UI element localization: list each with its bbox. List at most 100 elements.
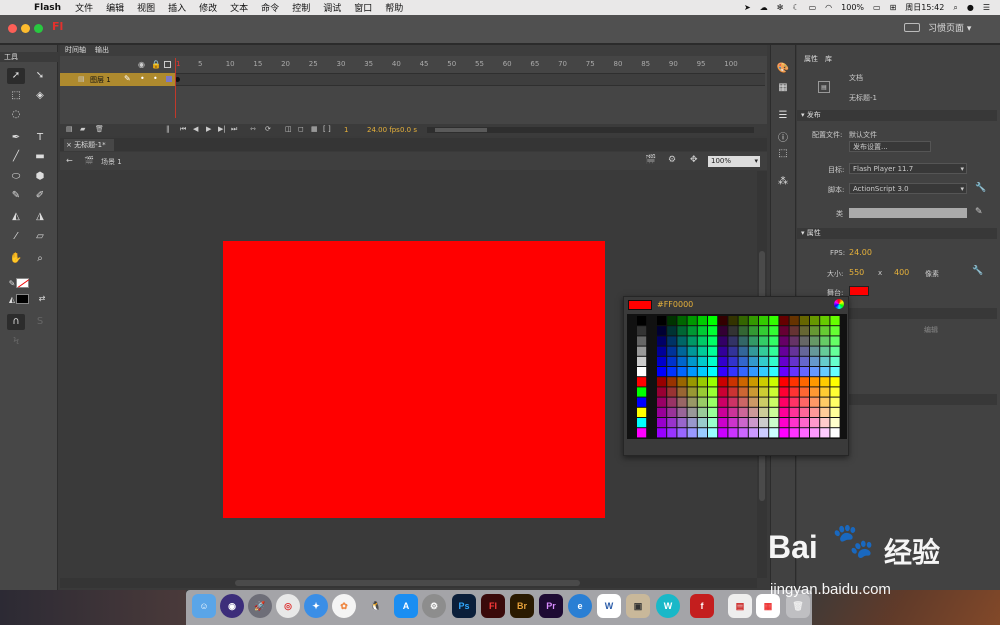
- stage-color-swatch[interactable]: [849, 286, 869, 296]
- swatch-cell[interactable]: [769, 387, 779, 397]
- swatch-cell[interactable]: [779, 336, 789, 346]
- swatch-cell[interactable]: [759, 428, 769, 438]
- news-icon[interactable]: ▤: [728, 594, 752, 618]
- swatch-cell[interactable]: [748, 316, 758, 326]
- swatch-cell[interactable]: [718, 367, 728, 377]
- swatch-cell[interactable]: [687, 336, 697, 346]
- eyedropper-tool-icon[interactable]: ⁄: [7, 229, 25, 245]
- tab-output[interactable]: 输出: [95, 45, 109, 56]
- swatch-cell[interactable]: [667, 326, 677, 336]
- swatch-cell[interactable]: [769, 397, 779, 407]
- pinwheel-icon[interactable]: ✻: [777, 3, 784, 12]
- minimize-window-button[interactable]: [21, 24, 30, 33]
- menu-edit[interactable]: 编辑: [106, 1, 124, 14]
- swatch-cell[interactable]: [820, 418, 830, 428]
- swatch-cell[interactable]: [677, 336, 687, 346]
- swatch-cell[interactable]: [789, 336, 799, 346]
- swatch-cell[interactable]: [810, 326, 820, 336]
- swatch-cell[interactable]: [697, 418, 707, 428]
- menu-help[interactable]: 帮助: [385, 1, 403, 14]
- swatch-cell[interactable]: [728, 356, 738, 366]
- swatch-cell[interactable]: [759, 387, 769, 397]
- loop-icon[interactable]: ‖: [166, 125, 170, 133]
- swatch-cell[interactable]: [789, 316, 799, 326]
- lock-icon[interactable]: 🔒: [151, 60, 161, 69]
- swatch-cell[interactable]: [789, 387, 799, 397]
- publish-settings-button[interactable]: 发布设置...: [849, 141, 931, 152]
- swatch-cell[interactable]: [779, 326, 789, 336]
- oval-tool-icon[interactable]: ⬭: [7, 169, 25, 185]
- swatch-cell[interactable]: [738, 418, 748, 428]
- preview-icon[interactable]: ▣: [626, 594, 650, 618]
- swatch-cell[interactable]: [810, 356, 820, 366]
- timeline-scroll-thumb[interactable]: [435, 128, 487, 132]
- datetime[interactable]: 周日15:42: [905, 2, 944, 13]
- swatch-cell[interactable]: [810, 316, 820, 326]
- swatch-cell[interactable]: [677, 356, 687, 366]
- swatch-cell[interactable]: [748, 428, 758, 438]
- elapsed-time[interactable]: 0.0 s: [400, 126, 417, 134]
- eye-icon[interactable]: ◉: [138, 60, 145, 69]
- tab-library[interactable]: 库: [825, 54, 832, 64]
- swatch-cell[interactable]: [708, 316, 718, 326]
- swatch-cell[interactable]: [667, 356, 677, 366]
- swatch-cell[interactable]: [779, 316, 789, 326]
- zoom-tool-icon[interactable]: ⌕: [31, 251, 49, 267]
- swatch-cell[interactable]: [748, 418, 758, 428]
- swatch-cell[interactable]: [738, 397, 748, 407]
- swatch-cell[interactable]: [708, 326, 718, 336]
- back-arrow-icon[interactable]: ←: [66, 156, 73, 165]
- swatch-cell[interactable]: [769, 407, 779, 417]
- swap-colors-icon[interactable]: ⇄: [33, 291, 51, 307]
- swatch-cell[interactable]: [667, 336, 677, 346]
- swatch-cell[interactable]: [810, 418, 820, 428]
- swatch-cell[interactable]: [677, 407, 687, 417]
- swatch-cell[interactable]: [779, 407, 789, 417]
- swatch-cell[interactable]: [769, 346, 779, 356]
- swatch-cell[interactable]: [810, 407, 820, 417]
- menu-commands[interactable]: 命令: [261, 1, 279, 14]
- swatch-cell[interactable]: [728, 336, 738, 346]
- swatch-cell[interactable]: [697, 367, 707, 377]
- premiere-icon[interactable]: Pr: [539, 594, 563, 618]
- swatch-cell[interactable]: [830, 356, 840, 366]
- cloud-icon[interactable]: ☁: [760, 3, 768, 12]
- swatch-cell[interactable]: [748, 397, 758, 407]
- swatch-cell[interactable]: [718, 336, 728, 346]
- swatch-cell[interactable]: [748, 356, 758, 366]
- swatch-cell[interactable]: [759, 418, 769, 428]
- swatch-cell[interactable]: [830, 336, 840, 346]
- snap-to-objects-icon[interactable]: ∩: [7, 314, 25, 330]
- stroke-color-swatch[interactable]: [16, 278, 30, 288]
- workspace-switcher[interactable]: 习惯页面 ▾: [928, 21, 971, 34]
- swatch-cell[interactable]: [738, 316, 748, 326]
- swatch-cell[interactable]: [810, 367, 820, 377]
- swatch-cell[interactable]: [799, 418, 809, 428]
- brush-tool-icon[interactable]: ✐: [31, 188, 49, 204]
- swatch-cell[interactable]: [687, 367, 697, 377]
- swatch-cell[interactable]: [820, 397, 830, 407]
- swatch-cell[interactable]: [738, 407, 748, 417]
- align-panel-icon[interactable]: ☰: [775, 110, 791, 124]
- swatch-cell[interactable]: [748, 326, 758, 336]
- wrench-icon[interactable]: 🔧: [975, 183, 986, 193]
- onion-outline-icon[interactable]: ◻: [298, 125, 304, 133]
- eraser-tool-icon[interactable]: ▱: [31, 229, 49, 245]
- swatch-cell[interactable]: [748, 367, 758, 377]
- swatch-cell[interactable]: [738, 346, 748, 356]
- swatch-cell[interactable]: [687, 377, 697, 387]
- moon-icon[interactable]: ☾: [792, 3, 799, 12]
- swatch-cell[interactable]: [799, 377, 809, 387]
- swatch-cell[interactable]: [708, 367, 718, 377]
- swatch-cell[interactable]: [820, 336, 830, 346]
- workspace-icon[interactable]: [904, 23, 920, 32]
- color-panel-icon[interactable]: 🎨: [775, 63, 791, 77]
- swatch-cell[interactable]: [708, 397, 718, 407]
- swatch-cell[interactable]: [687, 407, 697, 417]
- swatch-cell[interactable]: [810, 397, 820, 407]
- swatch-cell[interactable]: [708, 428, 718, 438]
- edit-scene-icon[interactable]: 🎬: [645, 155, 656, 165]
- swatch-cell[interactable]: [820, 346, 830, 356]
- document-tab[interactable]: × 无标题-1*: [64, 139, 114, 151]
- swatch-cell[interactable]: [799, 316, 809, 326]
